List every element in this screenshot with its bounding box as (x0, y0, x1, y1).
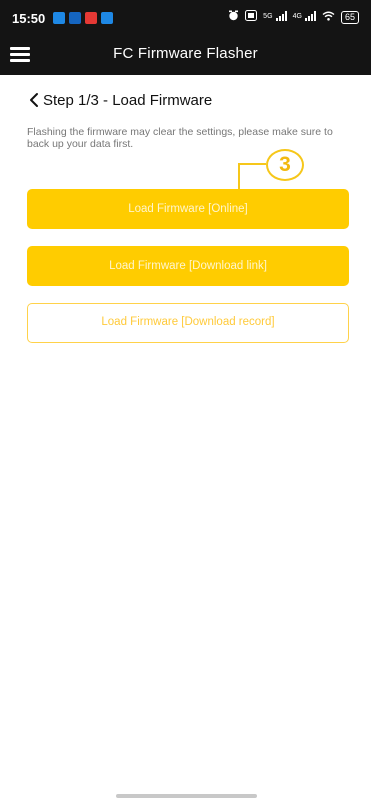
status-bar: 15:50 5G 4G 65 (0, 0, 371, 36)
app-title: FC Firmware Flasher (113, 45, 258, 62)
signal-4g-label: 4G (292, 12, 302, 20)
chevron-left-icon[interactable] (27, 90, 41, 110)
app-bar: FC Firmware Flasher (0, 36, 371, 75)
notification-app-icon (85, 12, 97, 24)
annotation-step-number: 3 (266, 149, 304, 181)
alarm-icon (228, 10, 239, 24)
hd-icon (245, 10, 258, 24)
signal-4g-icon: 4G (292, 10, 316, 24)
load-firmware-online-button[interactable]: Load Firmware [Online] (27, 189, 349, 229)
wifi-icon (322, 11, 335, 24)
step-title: Step 1/3 - Load Firmware (43, 91, 213, 109)
battery-icon: 65 (340, 10, 359, 24)
back-step-header[interactable]: Step 1/3 - Load Firmware (27, 90, 212, 110)
notification-app-icon (53, 12, 65, 24)
status-icons: 5G 4G 65 (228, 10, 359, 24)
home-indicator[interactable] (116, 794, 257, 798)
notification-mail-icon (69, 12, 81, 24)
backup-warning-text: Flashing the firmware may clear the sett… (27, 126, 333, 150)
signal-5g-label: 5G (263, 12, 273, 20)
status-time: 15:50 (12, 11, 46, 26)
load-firmware-download-link-button[interactable]: Load Firmware [Download link] (27, 246, 349, 286)
load-firmware-download-record-button[interactable]: Load Firmware [Download record] (27, 303, 349, 343)
notification-app-icon (101, 12, 113, 24)
signal-5g-icon: 5G (263, 10, 287, 24)
top-bar: 15:50 5G 4G 65 FC Firmware Flasher (0, 0, 371, 75)
